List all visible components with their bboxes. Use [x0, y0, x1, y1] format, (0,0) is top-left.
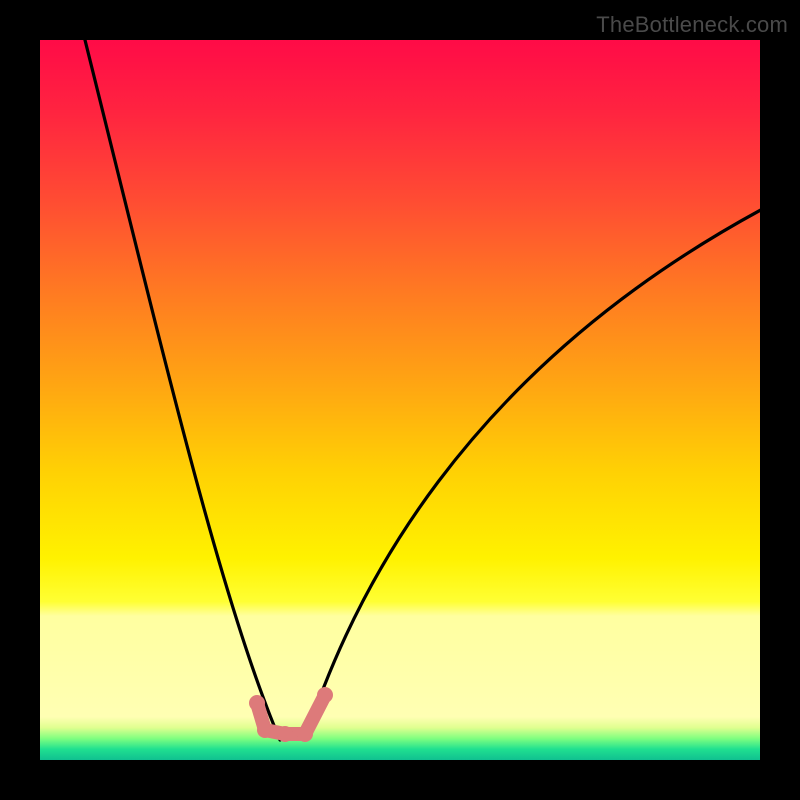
data-point-2	[277, 726, 293, 742]
bottleneck-curve	[40, 40, 760, 760]
plot-area	[40, 40, 760, 760]
data-point-0	[249, 695, 265, 711]
watermark-text: TheBottleneck.com	[596, 12, 788, 38]
chart-frame: TheBottleneck.com	[0, 0, 800, 800]
data-point-1	[257, 722, 273, 738]
data-point-4	[317, 687, 333, 703]
data-point-3	[297, 726, 313, 742]
